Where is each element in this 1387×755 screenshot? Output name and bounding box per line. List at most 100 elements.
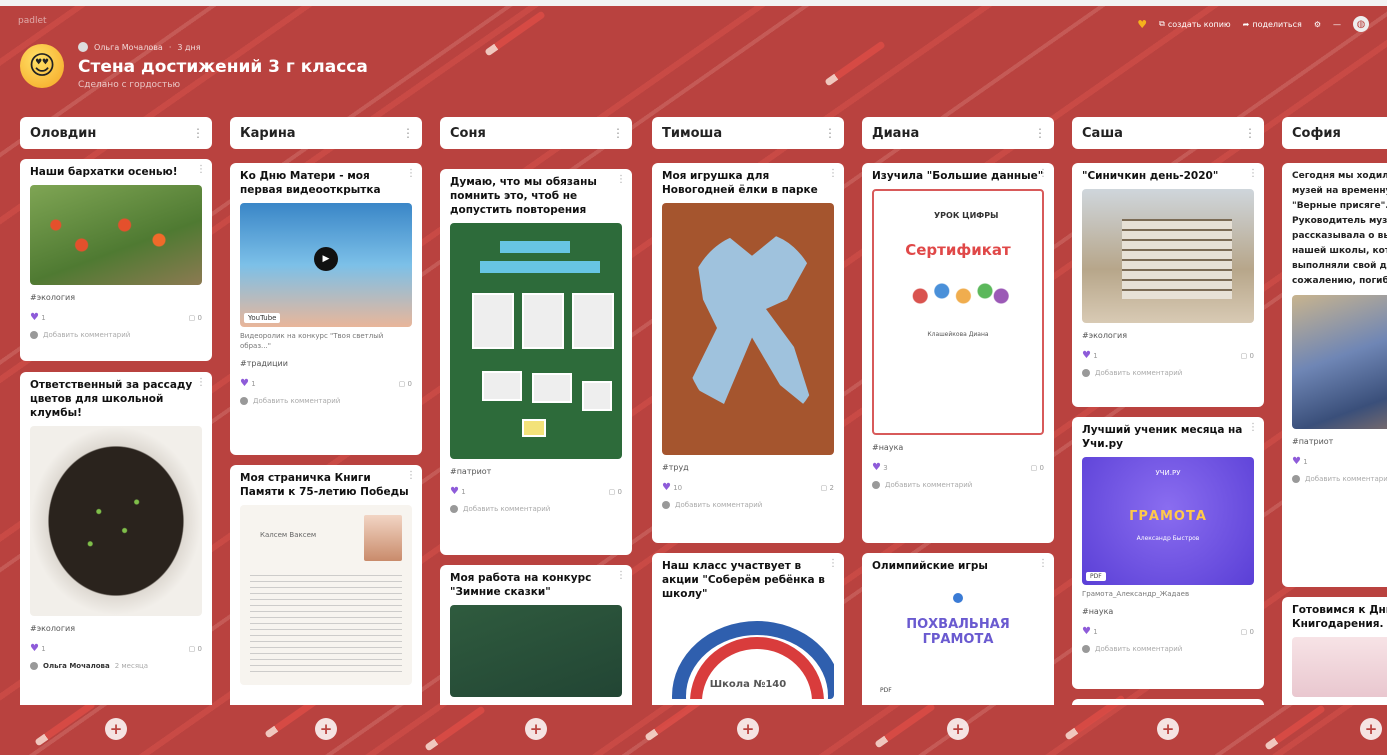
more-vertical-icon[interactable]: ⋮ bbox=[406, 168, 416, 179]
more-vertical-icon[interactable]: ⋮ bbox=[402, 126, 414, 140]
column-header[interactable]: Карина ⋮ bbox=[230, 117, 422, 149]
post-image[interactable] bbox=[1082, 189, 1254, 323]
add-comment[interactable]: Добавить комментарий bbox=[1072, 637, 1264, 653]
more-vertical-icon[interactable]: ⋮ bbox=[612, 126, 624, 140]
more-vertical-icon[interactable]: ⋮ bbox=[828, 558, 838, 569]
column-header[interactable]: Соня ⋮ bbox=[440, 117, 632, 149]
add-comment[interactable]: Добавить комментарий bbox=[230, 389, 422, 405]
heart-icon[interactable]: ♥ bbox=[1082, 626, 1091, 637]
post-card[interactable]: Сегодня мы ходили в школьный музей на вр… bbox=[1282, 163, 1387, 587]
video-thumbnail[interactable]: ▶ YouTube bbox=[240, 203, 412, 327]
add-comment[interactable]: Добавить комментарий bbox=[1282, 467, 1387, 483]
add-post-button[interactable]: + bbox=[1360, 718, 1382, 740]
post-image[interactable] bbox=[30, 185, 202, 285]
add-post-button[interactable]: + bbox=[315, 718, 337, 740]
heart-icon[interactable]: ♥ bbox=[1137, 18, 1147, 31]
add-post-button[interactable]: + bbox=[105, 718, 127, 740]
add-comment[interactable]: Добавить комментарий bbox=[20, 323, 212, 339]
document-preview[interactable]: ПОХВАЛЬНАЯ ГРАМОТА PDF bbox=[872, 579, 1044, 699]
post-card[interactable]: Моя работа на конкурс "Зимние сказки" ⋮ bbox=[440, 565, 632, 705]
comment-icon[interactable]: ▢ bbox=[189, 314, 196, 322]
comment-icon[interactable]: ▢ bbox=[1031, 464, 1038, 472]
heart-icon[interactable]: ♥ bbox=[240, 378, 249, 389]
comment-icon[interactable]: ▢ bbox=[821, 484, 828, 492]
post-card[interactable]: Думаю, что мы обязаны помнить это, чтоб … bbox=[440, 169, 632, 555]
minus-icon[interactable]: — bbox=[1333, 20, 1341, 29]
document-preview[interactable]: Калсем Ваксем bbox=[240, 505, 412, 685]
comment-icon[interactable]: ▢ bbox=[1241, 352, 1248, 360]
comment-icon[interactable]: ▢ bbox=[189, 645, 196, 653]
add-comment[interactable]: Добавить комментарий bbox=[440, 497, 632, 513]
more-vertical-icon[interactable]: ⋮ bbox=[1248, 422, 1258, 433]
add-post-button[interactable]: + bbox=[1157, 718, 1179, 740]
comment-icon[interactable]: ▢ bbox=[609, 488, 616, 496]
post-image[interactable] bbox=[1292, 295, 1387, 429]
post-card[interactable]: Моя страничка Книги Памяти к 75-летию По… bbox=[230, 465, 422, 705]
more-vertical-icon[interactable]: ⋮ bbox=[828, 168, 838, 179]
post-image[interactable] bbox=[30, 426, 202, 616]
more-vertical-icon[interactable]: ⋮ bbox=[192, 126, 204, 140]
comment-icon[interactable]: ▢ bbox=[399, 380, 406, 388]
post-card[interactable]: Моя игрушка для Новогодней ёлки в парке … bbox=[652, 163, 844, 543]
certificate-preview[interactable]: УРОК ЦИФРЫ Сертификат Клашейкова Диана bbox=[872, 189, 1044, 435]
column-header[interactable]: Тимоша ⋮ bbox=[652, 117, 844, 149]
more-vertical-icon[interactable]: ⋮ bbox=[406, 470, 416, 481]
post-tag[interactable]: #патриот bbox=[1282, 429, 1387, 446]
more-vertical-icon[interactable]: ⋮ bbox=[616, 174, 626, 185]
post-card[interactable]: Наши бархатки осенью! ⋮ #экология ♥ 1 ▢ 0… bbox=[20, 159, 212, 361]
post-card[interactable]: Лучший ученик месяца на Учи.ру ⋮ УЧИ.РУ … bbox=[1072, 417, 1264, 689]
add-post-button[interactable]: + bbox=[525, 718, 547, 740]
column-header[interactable]: Диана ⋮ bbox=[862, 117, 1054, 149]
post-card[interactable]: Наш класс участвует в акции "Соберём реб… bbox=[652, 553, 844, 705]
more-vertical-icon[interactable]: ⋮ bbox=[196, 377, 206, 388]
play-icon[interactable]: ▶ bbox=[314, 246, 338, 271]
post-card[interactable]: Изучила "Большие данные" ⋮ УРОК ЦИФРЫ Се… bbox=[862, 163, 1054, 543]
author-name[interactable]: Ольга Мочалова bbox=[94, 43, 163, 52]
file-name[interactable]: Грамота_Александр_Жадаев bbox=[1072, 585, 1264, 599]
more-vertical-icon[interactable]: ⋮ bbox=[1244, 126, 1256, 140]
heart-icon[interactable]: ♥ bbox=[30, 312, 39, 323]
post-tag[interactable]: #наука bbox=[862, 435, 1054, 452]
add-comment[interactable]: Добавить комментарий bbox=[1072, 361, 1264, 377]
post-card[interactable]: Ко Дню Матери - моя первая видеооткрытка… bbox=[230, 163, 422, 455]
heart-icon[interactable]: ♥ bbox=[30, 643, 39, 654]
copy-button[interactable]: ⧉ создать копию bbox=[1159, 19, 1231, 29]
more-vertical-icon[interactable]: ⋮ bbox=[1038, 168, 1048, 179]
comment-icon[interactable]: ▢ bbox=[1241, 628, 1248, 636]
add-comment[interactable]: Добавить комментарий bbox=[862, 473, 1054, 489]
post-tag[interactable]: #наука bbox=[1072, 599, 1264, 616]
post-image[interactable] bbox=[450, 223, 622, 459]
heart-icon[interactable]: ♥ bbox=[662, 482, 671, 493]
post-tag[interactable]: #экология bbox=[1072, 323, 1264, 340]
post-tag[interactable]: #традиции bbox=[230, 351, 422, 368]
share-button[interactable]: ➦ поделиться bbox=[1243, 20, 1302, 29]
column-header[interactable]: София⋮ bbox=[1282, 117, 1387, 149]
more-vertical-icon[interactable]: ⋮ bbox=[1038, 558, 1048, 569]
post-card[interactable]: Ответственный за рассаду цветов для школ… bbox=[20, 372, 212, 705]
heart-icon[interactable]: ♥ bbox=[872, 462, 881, 473]
post-image[interactable] bbox=[450, 605, 622, 697]
more-vertical-icon[interactable]: ⋮ bbox=[824, 126, 836, 140]
document-preview[interactable]: УЧИ.РУ ГРАМОТА Александр Быстров PDF bbox=[1082, 457, 1254, 585]
more-vertical-icon[interactable]: ⋮ bbox=[1248, 168, 1258, 179]
add-post-button[interactable]: + bbox=[737, 718, 759, 740]
post-tag[interactable]: #экология bbox=[20, 616, 212, 633]
post-image[interactable] bbox=[1292, 637, 1387, 697]
post-card[interactable]: Готовимся к Дню Книгодарения. bbox=[1282, 597, 1387, 705]
heart-icon[interactable]: ♥ bbox=[1082, 350, 1091, 361]
more-vertical-icon[interactable]: ⋮ bbox=[1034, 126, 1046, 140]
more-vertical-icon[interactable]: ⋮ bbox=[196, 164, 206, 175]
globe-icon[interactable]: ◍ bbox=[1353, 16, 1369, 32]
column-header[interactable]: Саша ⋮ bbox=[1072, 117, 1264, 149]
post-card[interactable]: "Синичкин день-2020" ⋮ #экология ♥ 1 ▢ 0 … bbox=[1072, 163, 1264, 407]
post-image[interactable]: Школа №140 bbox=[662, 607, 834, 699]
post-card[interactable] bbox=[1072, 699, 1264, 705]
post-tag[interactable]: #патриот bbox=[440, 459, 632, 476]
post-tag[interactable]: #экология bbox=[20, 285, 212, 302]
column-header[interactable]: Оловдин ⋮ bbox=[20, 117, 212, 149]
more-vertical-icon[interactable]: ⋮ bbox=[616, 570, 626, 581]
gear-icon[interactable]: ⚙ bbox=[1314, 20, 1321, 29]
heart-icon[interactable]: ♥ bbox=[1292, 456, 1301, 467]
add-post-button[interactable]: + bbox=[947, 718, 969, 740]
post-card[interactable]: Олимпийские игры ⋮ ПОХВАЛЬНАЯ ГРАМОТА PD… bbox=[862, 553, 1054, 705]
